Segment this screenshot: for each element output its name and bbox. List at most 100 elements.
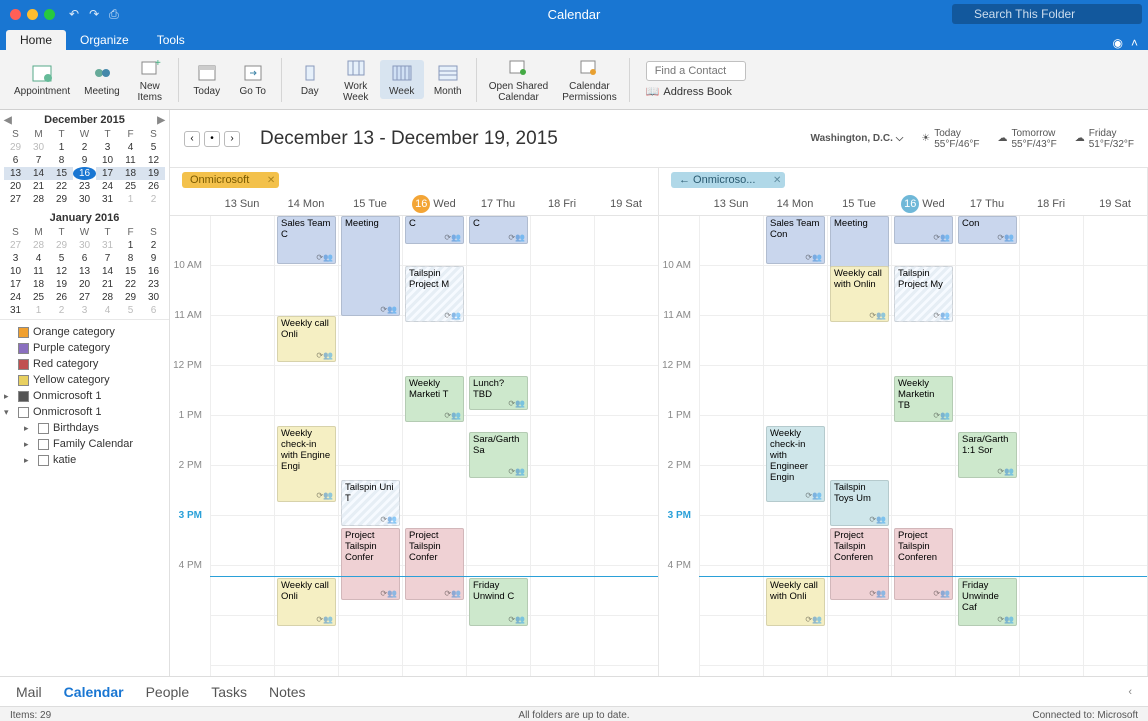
calendar-event[interactable]: Sales Team Con⟳👥 xyxy=(766,216,825,264)
print-icon[interactable]: ⎙ xyxy=(109,7,119,22)
day-header[interactable]: 19Sat xyxy=(594,192,658,215)
minical-day[interactable]: 12 xyxy=(50,265,73,278)
minical-day[interactable]: 15 xyxy=(50,167,73,180)
day-header[interactable]: 13Sun xyxy=(210,192,274,215)
minical-day[interactable]: 8 xyxy=(119,252,142,265)
day-column[interactable]: Sales Team C⟳👥Weekly call Onli⟳👥Weekly c… xyxy=(274,216,338,676)
prev-month-button[interactable]: ◀ xyxy=(4,115,12,126)
minical-day[interactable]: 3 xyxy=(4,252,27,265)
calendar-event[interactable]: Tailspin Project M⟳👥 xyxy=(405,266,464,322)
minical-day[interactable]: 13 xyxy=(73,265,96,278)
minical-day[interactable]: 9 xyxy=(142,252,165,265)
folder-checkbox[interactable] xyxy=(38,439,49,450)
calendar-event[interactable]: C⟳👥 xyxy=(405,216,464,244)
minical-day[interactable]: 14 xyxy=(96,265,119,278)
minical-day[interactable]: 4 xyxy=(27,252,50,265)
day-header[interactable]: 13Sun xyxy=(699,192,763,215)
account-icon[interactable]: ◉ xyxy=(1113,36,1123,50)
category-checkbox[interactable] xyxy=(18,343,29,354)
minical-day[interactable]: 29 xyxy=(50,193,73,206)
calendar-event[interactable]: Tailspin Project My⟳👥 xyxy=(894,266,953,322)
category-row[interactable]: Purple category xyxy=(2,340,167,356)
minical-day[interactable]: 29 xyxy=(50,239,73,252)
folder-checkbox[interactable] xyxy=(18,407,29,418)
calendar-permissions-button[interactable]: Calendar Permissions xyxy=(556,55,622,105)
minical-day[interactable]: 27 xyxy=(4,239,27,252)
folder-row[interactable]: ▾Onmicrosoft 1 xyxy=(2,404,167,420)
address-book-button[interactable]: 📖Address Book xyxy=(646,85,732,98)
calendar-panel-tab[interactable]: ← Onmicroso...✕ xyxy=(671,172,785,188)
minical-day[interactable]: 14 xyxy=(27,167,50,180)
day-column[interactable]: ⟳👥Tailspin Project My⟳👥Weekly Marketin T… xyxy=(891,216,955,676)
calendar-event[interactable]: Weekly Marketi T⟳👥 xyxy=(405,376,464,422)
prev-week-button[interactable]: ‹ xyxy=(184,131,200,147)
search-input[interactable] xyxy=(952,4,1142,24)
minical-day[interactable]: 27 xyxy=(4,193,27,206)
day-column[interactable] xyxy=(699,216,763,676)
week-view-button[interactable]: Week xyxy=(380,60,424,99)
nav-tasks[interactable]: Tasks xyxy=(211,684,247,700)
calendar-event[interactable]: Con⟳👥 xyxy=(958,216,1017,244)
month-view-button[interactable]: Month xyxy=(426,60,470,99)
minical-day[interactable]: 4 xyxy=(119,141,142,154)
folder-row[interactable]: ▸Family Calendar xyxy=(2,436,167,452)
folder-checkbox[interactable] xyxy=(38,423,49,434)
calendar-event[interactable]: Weekly call Onli⟳👥 xyxy=(277,316,336,362)
minical-day[interactable]: 8 xyxy=(50,154,73,167)
day-column[interactable]: C⟳👥 Tailspin Project M⟳👥 Weekly Marketi T⟳… xyxy=(402,216,466,676)
minical-day[interactable]: 31 xyxy=(96,193,119,206)
calendar-panel-tab[interactable]: Onmicrosoft✕ xyxy=(182,172,279,188)
minical-day[interactable]: 6 xyxy=(73,252,96,265)
nav-mail[interactable]: Mail xyxy=(16,684,42,700)
minical-day[interactable]: 5 xyxy=(142,141,165,154)
minical-day[interactable]: 13 xyxy=(4,167,27,180)
minical-day[interactable]: 24 xyxy=(4,291,27,304)
folder-checkbox[interactable] xyxy=(18,391,29,402)
open-shared-calendar-button[interactable]: Open Shared Calendar xyxy=(483,55,555,105)
calendar-event[interactable]: Tailspin Toys Um⟳👥 xyxy=(830,480,889,526)
minical-day[interactable]: 19 xyxy=(50,278,73,291)
workweek-view-button[interactable]: Work Week xyxy=(334,55,378,105)
minical-day[interactable]: 20 xyxy=(73,278,96,291)
category-row[interactable]: Yellow category xyxy=(2,372,167,388)
calendar-event[interactable]: Project Tailspin Confer⟳👥 xyxy=(405,528,464,600)
expand-nav-button[interactable]: ‹ xyxy=(1128,686,1132,698)
minical-day[interactable]: 25 xyxy=(119,180,142,193)
goto-button[interactable]: Go To xyxy=(231,60,275,99)
minical-day[interactable]: 3 xyxy=(96,141,119,154)
close-panel-icon[interactable]: ✕ xyxy=(267,175,275,186)
minical-day[interactable]: 25 xyxy=(27,291,50,304)
tab-home[interactable]: Home xyxy=(6,30,66,50)
minical-day[interactable]: 31 xyxy=(96,239,119,252)
day-header[interactable]: 15Tue xyxy=(827,192,891,215)
minical-day[interactable]: 3 xyxy=(73,304,96,317)
appointment-button[interactable]: Appointment xyxy=(8,60,76,99)
undo-icon[interactable]: ↶ xyxy=(69,7,79,22)
minical-day[interactable]: 30 xyxy=(142,291,165,304)
day-column[interactable]: Meeting⟳👥Weekly call with Onlin⟳👥Tailspi… xyxy=(827,216,891,676)
close-panel-icon[interactable]: ✕ xyxy=(773,175,781,186)
minical-day[interactable]: 21 xyxy=(96,278,119,291)
calendar-event[interactable]: ⟳👥 xyxy=(894,216,953,244)
minical-day[interactable]: 30 xyxy=(27,141,50,154)
category-row[interactable]: Orange category xyxy=(2,324,167,340)
minical-day[interactable]: 9 xyxy=(73,154,96,167)
minical-day[interactable]: 29 xyxy=(4,141,27,154)
minical-day[interactable]: 7 xyxy=(96,252,119,265)
minical-day[interactable]: 29 xyxy=(119,291,142,304)
minical-day[interactable]: 2 xyxy=(50,304,73,317)
nav-notes[interactable]: Notes xyxy=(269,684,306,700)
calendar-event[interactable]: Friday Unwinde Caf⟳👥 xyxy=(958,578,1017,626)
minical-day[interactable]: 2 xyxy=(142,193,165,206)
minical-day[interactable]: 4 xyxy=(96,304,119,317)
minical-day[interactable]: 28 xyxy=(27,239,50,252)
minical-day[interactable]: 2 xyxy=(73,141,96,154)
weather-location[interactable]: Washington, D.C. ⌵ xyxy=(811,133,904,144)
minical-day[interactable]: 12 xyxy=(142,154,165,167)
minical-day[interactable]: 10 xyxy=(4,265,27,278)
next-month-button[interactable]: ▶ xyxy=(157,115,165,126)
minical-day[interactable]: 11 xyxy=(27,265,50,278)
calendar-event[interactable]: Weekly check-in with Engineer Engin⟳👥 xyxy=(766,426,825,502)
minical-day[interactable]: 15 xyxy=(119,265,142,278)
minical-day[interactable]: 30 xyxy=(73,193,96,206)
